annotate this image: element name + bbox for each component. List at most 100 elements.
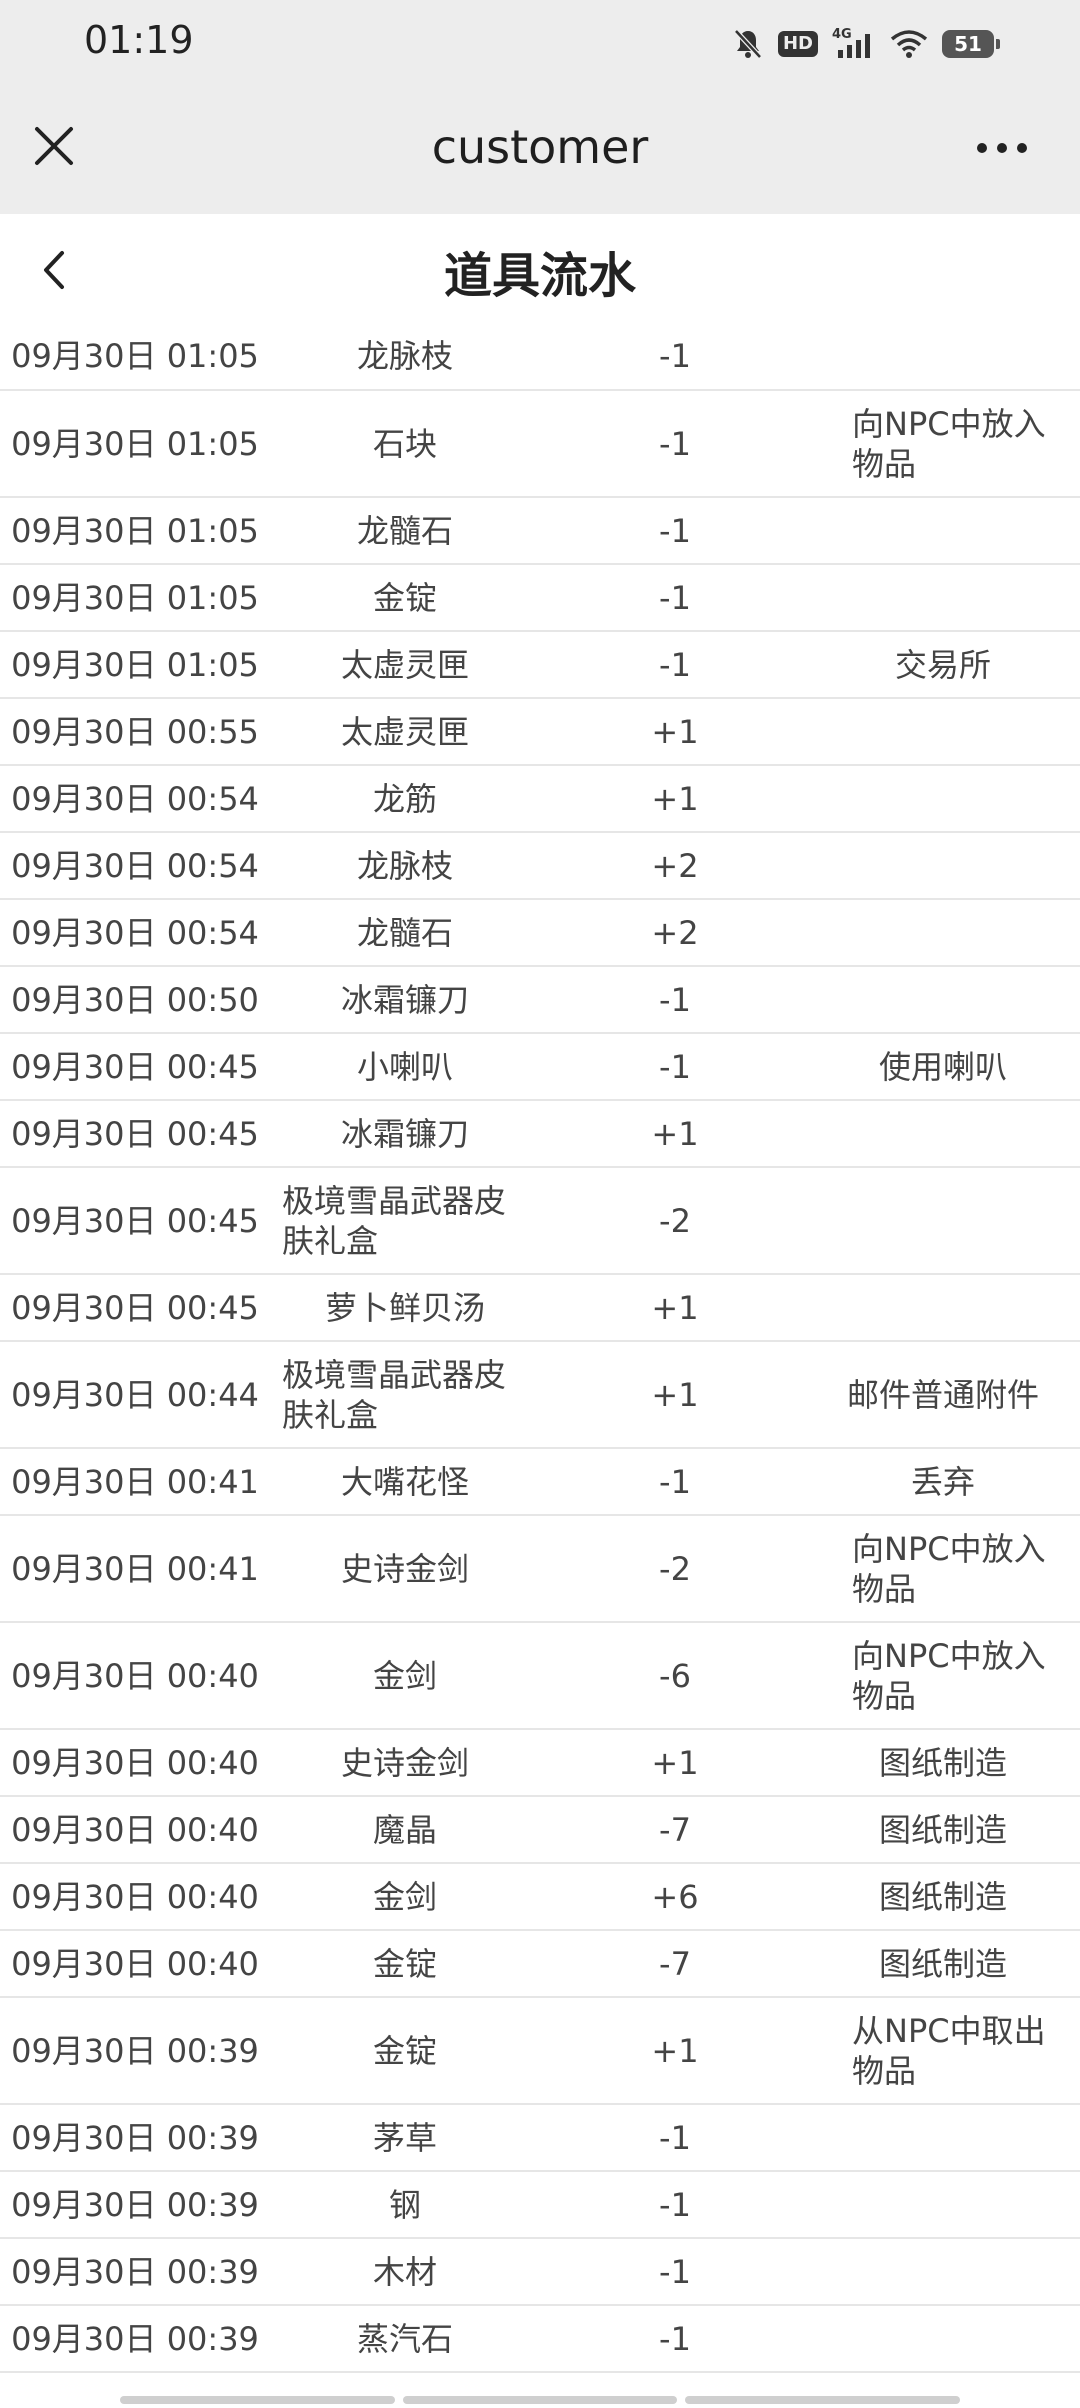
record-item-name: 冰霜镰刀 <box>340 1114 469 1153</box>
record-time: 09月30日 00:54 <box>11 779 259 818</box>
record-quantity: -7 <box>659 1944 691 1983</box>
record-quantity: +2 <box>651 846 699 885</box>
table-row[interactable]: 09月30日 01:05 龙髓石 -1 <box>0 498 1080 565</box>
record-item-name: 龙脉枝 <box>356 846 453 885</box>
record-time: 09月30日 00:39 <box>11 2319 259 2358</box>
record-quantity: -1 <box>659 980 691 1019</box>
table-row[interactable]: 09月30日 01:05 金锭 -1 <box>0 565 1080 632</box>
record-time: 09月30日 01:05 <box>11 336 259 375</box>
record-item-name: 冰霜镰刀 <box>340 980 469 1019</box>
table-row[interactable]: 09月30日 00:40 金剑 +6 图纸制造 <box>0 1864 1080 1931</box>
record-source: 图纸制造 <box>878 1877 1007 1916</box>
record-time: 09月30日 00:40 <box>11 1877 259 1916</box>
bell-off-icon <box>732 27 764 61</box>
record-quantity: -1 <box>659 2252 691 2291</box>
table-row[interactable]: 09月30日 00:40 史诗金剑 +1 图纸制造 <box>0 1730 1080 1797</box>
record-source: 向NPC中放入物品 <box>852 1529 1046 1608</box>
record-item-name: 金锭 <box>372 578 437 617</box>
record-quantity: +1 <box>651 2031 699 2070</box>
horizontal-scrollbar[interactable] <box>120 2396 961 2404</box>
record-item-name: 龙脉枝 <box>356 336 453 375</box>
record-source: 交易所 <box>894 645 991 684</box>
record-item-name: 大嘴花怪 <box>340 1462 469 1501</box>
table-row[interactable]: 09月30日 00:50 冰霜镰刀 -1 <box>0 967 1080 1034</box>
table-row[interactable]: 09月30日 01:05 石块 -1 向NPC中放入物品 <box>0 391 1080 498</box>
record-time: 09月30日 00:41 <box>11 1549 259 1588</box>
record-source: 邮件普通附件 <box>846 1375 1039 1414</box>
record-time: 09月30日 01:05 <box>11 578 259 617</box>
record-quantity: -1 <box>659 578 691 617</box>
record-quantity: +1 <box>651 779 699 818</box>
table-row[interactable]: 09月30日 00:40 金剑 -6 向NPC中放入物品 <box>0 1623 1080 1730</box>
table-row[interactable]: 09月30日 01:05 龙脉枝 -1 <box>0 322 1080 391</box>
top-bar: 01:19 HD 4G 51 customer <box>0 0 1080 214</box>
table-row[interactable]: 09月30日 00:41 史诗金剑 -2 向NPC中放入物品 <box>0 1516 1080 1623</box>
table-row[interactable]: 09月30日 00:55 太虚灵匣 +1 <box>0 699 1080 766</box>
record-item-name: 太虚灵匣 <box>340 712 469 751</box>
status-icons: HD 4G 51 <box>732 22 1000 66</box>
record-time: 09月30日 00:45 <box>11 1201 259 1240</box>
page-title: 道具流水 <box>443 248 636 304</box>
record-source: 图纸制造 <box>878 1743 1007 1782</box>
record-item-name: 石块 <box>372 424 437 463</box>
table-row[interactable]: 09月30日 00:39 木材 -1 <box>0 2239 1080 2306</box>
record-item-name: 龙髓石 <box>356 511 453 550</box>
record-quantity: -1 <box>659 424 691 463</box>
record-quantity: -1 <box>659 1462 691 1501</box>
table-row[interactable]: 09月30日 00:54 龙脉枝 +2 <box>0 833 1080 900</box>
table-row[interactable]: 09月30日 00:39 蒸汽石 -1 <box>0 2306 1080 2373</box>
record-quantity: -2 <box>659 1549 691 1588</box>
table-row[interactable]: 09月30日 00:45 萝卜鲜贝汤 +1 <box>0 1275 1080 1342</box>
record-source: 向NPC中放入物品 <box>852 1636 1046 1715</box>
table-row[interactable]: 09月30日 01:05 太虚灵匣 -1 交易所 <box>0 632 1080 699</box>
table-row[interactable]: 09月30日 00:44 极境雪晶武器皮肤礼盒 +1 邮件普通附件 <box>0 1342 1080 1449</box>
record-item-name: 木材 <box>372 2252 437 2291</box>
record-quantity: +1 <box>651 1114 699 1153</box>
table-row[interactable]: 09月30日 00:39 茅草 -1 <box>0 2105 1080 2172</box>
item-record-list[interactable]: 09月30日 01:05 龙脉枝 -1 09月30日 01:05 石块 -1 向NPC中放入… <box>0 322 1080 2373</box>
table-row[interactable]: 09月30日 00:45 极境雪晶武器皮肤礼盒 -2 <box>0 1168 1080 1275</box>
table-row[interactable]: 09月30日 00:45 小喇叭 -1 使用喇叭 <box>0 1034 1080 1101</box>
record-item-name: 龙髓石 <box>356 913 453 952</box>
record-time: 09月30日 00:54 <box>11 913 259 952</box>
record-time: 09月30日 00:41 <box>11 1462 259 1501</box>
record-item-name: 金剑 <box>372 1877 437 1916</box>
record-time: 09月30日 00:39 <box>11 2185 259 2224</box>
record-quantity: +1 <box>651 1288 699 1327</box>
table-row[interactable]: 09月30日 00:54 龙髓石 +2 <box>0 900 1080 967</box>
record-source: 从NPC中取出物品 <box>852 2011 1046 2090</box>
record-time: 09月30日 00:55 <box>11 712 259 751</box>
page-header: 道具流水 <box>0 214 1080 322</box>
record-time: 09月30日 00:44 <box>11 1375 259 1414</box>
record-item-name: 魔晶 <box>372 1810 437 1849</box>
table-row[interactable]: 09月30日 00:39 钢 -1 <box>0 2172 1080 2239</box>
table-row[interactable]: 09月30日 00:54 龙筋 +1 <box>0 766 1080 833</box>
record-quantity: +1 <box>651 712 699 751</box>
record-quantity: -2 <box>659 1201 691 1240</box>
more-button[interactable] <box>972 128 1032 168</box>
table-row[interactable]: 09月30日 00:45 冰霜镰刀 +1 <box>0 1101 1080 1168</box>
record-time: 09月30日 01:05 <box>11 424 259 463</box>
table-row[interactable]: 09月30日 00:40 金锭 -7 图纸制造 <box>0 1931 1080 1998</box>
record-quantity: -1 <box>659 1047 691 1086</box>
hd-icon: HD <box>777 31 818 57</box>
record-item-name: 极境雪晶武器皮肤礼盒 <box>282 1355 507 1434</box>
record-quantity: -7 <box>659 1810 691 1849</box>
app-title: customer <box>431 120 649 174</box>
record-quantity: +6 <box>651 1877 699 1916</box>
record-quantity: -1 <box>659 645 691 684</box>
record-time: 09月30日 00:40 <box>11 1810 259 1849</box>
record-time: 09月30日 01:05 <box>11 511 259 550</box>
record-item-name: 钢 <box>388 2185 421 2224</box>
table-row[interactable]: 09月30日 00:41 大嘴花怪 -1 丢弃 <box>0 1449 1080 1516</box>
table-row[interactable]: 09月30日 00:39 金锭 +1 从NPC中取出物品 <box>0 1998 1080 2105</box>
record-time: 09月30日 00:40 <box>11 1743 259 1782</box>
record-time: 09月30日 00:54 <box>11 846 259 885</box>
table-row[interactable]: 09月30日 00:40 魔晶 -7 图纸制造 <box>0 1797 1080 1864</box>
wifi-icon <box>890 29 928 59</box>
battery-icon: 51 <box>942 30 1000 58</box>
record-item-name: 萝卜鲜贝汤 <box>324 1288 485 1327</box>
signal-icon: 4G <box>832 26 876 62</box>
record-time: 09月30日 00:45 <box>11 1047 259 1086</box>
record-time: 09月30日 00:39 <box>11 2252 259 2291</box>
